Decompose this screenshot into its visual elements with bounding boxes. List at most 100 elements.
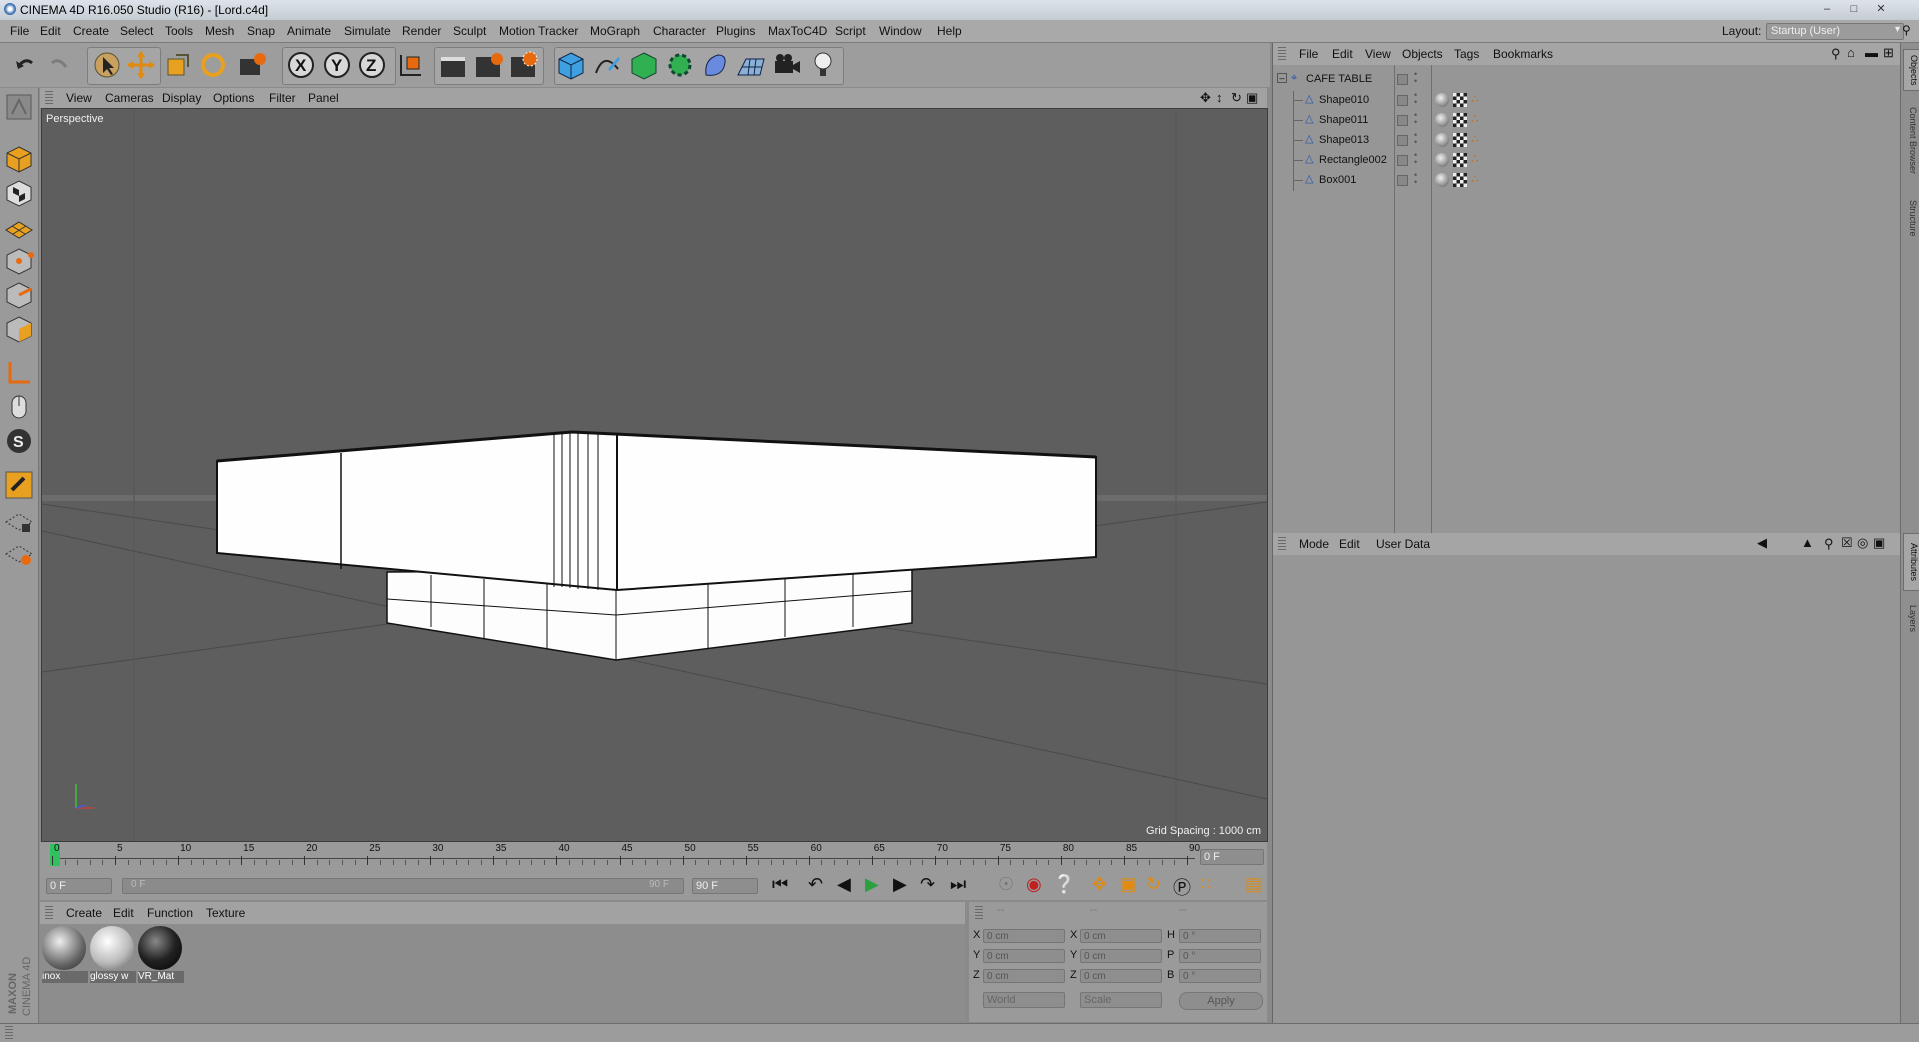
material-tag-icon[interactable] [1435, 133, 1449, 147]
tab-layers[interactable]: Layers [1903, 599, 1918, 639]
next-key-icon[interactable]: ↷ [920, 874, 935, 895]
autokeying-icon[interactable]: ❔ [1053, 874, 1075, 895]
menu-select[interactable]: Select [120, 24, 153, 38]
up-arrow-icon[interactable]: ▲ [1801, 535, 1814, 550]
position-y-field[interactable]: 0 cm [983, 949, 1065, 963]
menu-motion-tracker[interactable]: Motion Tracker [499, 24, 578, 38]
workplane-mode-icon[interactable] [4, 212, 34, 242]
menu-maxtoc4d[interactable]: MaxToC4D [768, 24, 827, 38]
visibility-dots-icon[interactable]: • • [1414, 91, 1417, 107]
viewport-menu-panel[interactable]: Panel [308, 91, 339, 105]
material-swatch[interactable]: VR_Mat [138, 926, 184, 984]
tab-objects[interactable]: Objects [1903, 49, 1919, 91]
render-view-icon[interactable] [438, 49, 468, 81]
planar-workplane-icon[interactable] [4, 538, 34, 568]
current-frame-field[interactable]: 0 F [1200, 849, 1264, 865]
size-x-field[interactable]: 0 cm [1080, 929, 1162, 943]
rotation-p-field[interactable]: 0 ° [1179, 949, 1261, 963]
lock-icon[interactable]: ☒ [1841, 535, 1853, 551]
layer-icon[interactable] [1397, 175, 1408, 186]
menu-help[interactable]: Help [937, 24, 962, 38]
object-row[interactable]: △ Rectangle002 • • ∴ [1273, 151, 1901, 171]
previous-frame-icon[interactable]: ◀ [837, 874, 851, 895]
minimize-button[interactable]: – [1818, 2, 1836, 16]
apply-button[interactable]: Apply [1179, 992, 1263, 1010]
rotation-h-field[interactable]: 0 ° [1179, 929, 1261, 943]
material-menu-texture[interactable]: Texture [206, 906, 245, 920]
visibility-dots-icon[interactable]: • • [1414, 151, 1417, 167]
object-row[interactable]: △ Shape010 • • ∴ [1273, 91, 1901, 111]
target-icon[interactable]: ◎ [1857, 535, 1868, 551]
menu-tools[interactable]: Tools [165, 24, 193, 38]
texture-mode-icon[interactable] [4, 178, 34, 208]
key-scale-icon[interactable]: ▣ [1120, 874, 1137, 895]
visibility-dots-icon[interactable]: • • [1414, 131, 1417, 147]
viewport-zoom-icon[interactable]: ↕ [1216, 90, 1223, 105]
visibility-dots-icon[interactable]: • • [1414, 111, 1417, 127]
layer-icon[interactable] [1397, 74, 1408, 85]
viewport-layout-icon[interactable]: ▣ [1246, 90, 1258, 106]
recent-tools-icon[interactable] [236, 49, 266, 81]
rotate-tool-icon[interactable] [198, 49, 228, 81]
uvw-tag-icon[interactable] [1453, 133, 1467, 147]
subdivision-surface-icon[interactable] [629, 49, 659, 81]
viewport-rotate-icon[interactable]: ↻ [1231, 90, 1242, 106]
menu-mograph[interactable]: MoGraph [590, 24, 640, 38]
uvw-tag-icon[interactable] [1453, 153, 1467, 167]
attribute-menu-mode[interactable]: Mode [1299, 537, 1329, 551]
layer-icon[interactable] [1397, 115, 1408, 126]
material-tag-icon[interactable] [1435, 113, 1449, 127]
attribute-menu-edit[interactable]: Edit [1339, 537, 1360, 551]
tag-icon[interactable]: ∴ [1471, 152, 1479, 166]
object-name[interactable]: Box001 [1319, 174, 1356, 186]
timeline-ruler[interactable]: 0 5 10 15 20 25 30 35 40 45 50 55 60 65 70 75 80 85 90 0 F [40, 842, 1267, 872]
collapse-toggle-icon[interactable]: – [1277, 73, 1287, 83]
object-name[interactable]: Rectangle002 [1319, 154, 1387, 166]
object-row[interactable]: △ Shape013 • • ∴ [1273, 131, 1901, 151]
menu-simulate[interactable]: Simulate [344, 24, 391, 38]
layer-icon[interactable] [1397, 155, 1408, 166]
material-menu-function[interactable]: Function [147, 906, 193, 920]
search-icon[interactable]: ⚲ [1831, 46, 1841, 62]
menu-window[interactable]: Window [879, 24, 922, 38]
tag-icon[interactable]: ∴ [1471, 92, 1479, 106]
object-menu-tags[interactable]: Tags [1454, 47, 1479, 61]
viewport-menu-filter[interactable]: Filter [269, 91, 296, 105]
search-icon[interactable]: ⚲ [1902, 23, 1911, 37]
points-mode-icon[interactable] [4, 246, 34, 276]
position-z-field[interactable]: 0 cm [983, 969, 1065, 983]
menu-character[interactable]: Character [653, 24, 706, 38]
object-name[interactable]: Shape011 [1319, 114, 1368, 126]
menu-mesh[interactable]: Mesh [205, 24, 234, 38]
make-editable-icon[interactable] [4, 92, 34, 122]
material-tag-icon[interactable] [1435, 173, 1449, 187]
object-row-root[interactable]: – ⌖ CAFE TABLE • • [1273, 70, 1901, 91]
render-to-picture-viewer-icon[interactable] [473, 49, 503, 81]
start-frame-field[interactable]: 0 F [46, 878, 112, 894]
menu-plugins[interactable]: Plugins [716, 24, 755, 38]
live-selection-icon[interactable] [92, 49, 122, 81]
edges-mode-icon[interactable] [4, 280, 34, 310]
tab-attributes[interactable]: Attributes [1903, 533, 1919, 591]
record-keys-disabled-icon[interactable]: ☉ [998, 874, 1014, 895]
move-tool-icon[interactable] [126, 49, 156, 81]
undo-button[interactable] [10, 49, 40, 81]
menu-script[interactable]: Script [835, 24, 866, 38]
new-panel-icon[interactable]: ⊞ [1883, 45, 1894, 61]
cloner-icon[interactable] [665, 49, 695, 81]
key-rotation-icon[interactable]: ↻ [1146, 874, 1161, 895]
menu-file[interactable]: File [10, 24, 29, 38]
perspective-viewport[interactable]: Perspective Grid Spacing : 1000 cm [41, 108, 1268, 842]
key-position-icon[interactable]: ✥ [1092, 874, 1107, 895]
uvw-tag-icon[interactable] [1453, 93, 1467, 107]
tweak-mode-icon[interactable] [4, 392, 34, 422]
material-menu-edit[interactable]: Edit [113, 906, 134, 920]
layout-dropdown[interactable]: Startup (User) ▾ [1766, 23, 1904, 40]
layer-icon[interactable] [1397, 135, 1408, 146]
redo-button[interactable] [44, 49, 74, 81]
model-mode-icon[interactable] [4, 144, 34, 174]
size-z-field[interactable]: 0 cm [1080, 969, 1162, 983]
play-icon[interactable]: ▶ [865, 874, 879, 895]
object-row[interactable]: △ Shape011 • • ∴ [1273, 111, 1901, 131]
attribute-menu-user-data[interactable]: User Data [1376, 537, 1430, 551]
